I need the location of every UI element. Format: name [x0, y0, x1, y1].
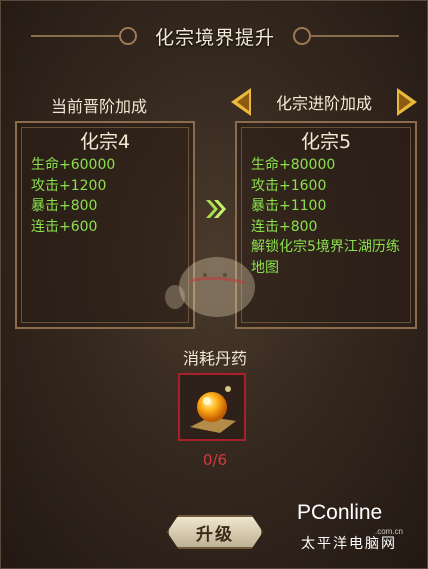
- current-stats-list: 生命+60000 攻击+1200 暴击+800 连击+600: [31, 155, 185, 237]
- golden-pill-icon: [190, 386, 236, 433]
- arrow-left-icon: [231, 88, 251, 116]
- title-bar: 化宗境界提升: [1, 19, 428, 53]
- stat-combo: 连击+800: [251, 218, 318, 235]
- current-realm-title: 化宗4: [79, 131, 131, 153]
- arrow-right-icon: [397, 88, 417, 116]
- stat-attack: 攻击+1600: [251, 177, 327, 194]
- title-divider-right: [311, 35, 399, 37]
- next-realm-title: 化宗5: [300, 131, 352, 153]
- item-slot[interactable]: [178, 373, 246, 441]
- swirl-ornament-icon: [293, 27, 311, 45]
- double-chevron-right-icon: [206, 200, 226, 218]
- consume-label: 消耗丹药: [182, 349, 247, 368]
- upgrade-button-label: 升级: [196, 524, 234, 545]
- next-stats-list: 生命+80000 攻击+1600 暴击+1100 连击+800 解锁化宗5境界江…: [251, 155, 407, 278]
- upgrade-button[interactable]: 升级: [167, 515, 263, 549]
- next-bonus-header: 化宗进阶加成: [231, 87, 417, 117]
- stat-hp: 生命+80000: [251, 157, 336, 173]
- item-count: 0/6: [202, 451, 228, 469]
- next-bonus-label: 化宗进阶加成: [275, 94, 372, 113]
- stat-hp: 生命+60000: [31, 157, 116, 173]
- site-watermark: PConline .com.cn 太平洋电脑网: [297, 487, 423, 552]
- swirl-ornament-icon: [119, 27, 137, 45]
- watermark-brand: PConline: [297, 501, 383, 524]
- mascot-watermark-icon: [165, 257, 255, 317]
- unlock-map-text: 解锁化宗5境界江湖历练地图: [251, 239, 400, 276]
- realm-upgrade-panel: 化宗境界提升 当前晋阶加成 化宗进阶加成 化宗4 生命+60000 攻击+120…: [0, 0, 428, 569]
- stat-combo: 连击+600: [31, 218, 98, 235]
- title-divider-left: [31, 35, 119, 37]
- stat-attack: 攻击+1200: [31, 177, 107, 194]
- current-bonus-header: 当前晋阶加成: [51, 97, 148, 116]
- stat-crit: 暴击+800: [31, 198, 98, 214]
- stat-crit: 暴击+1100: [251, 198, 327, 214]
- watermark-cn: 太平洋电脑网: [301, 536, 397, 552]
- page-title: 化宗境界提升: [154, 26, 275, 49]
